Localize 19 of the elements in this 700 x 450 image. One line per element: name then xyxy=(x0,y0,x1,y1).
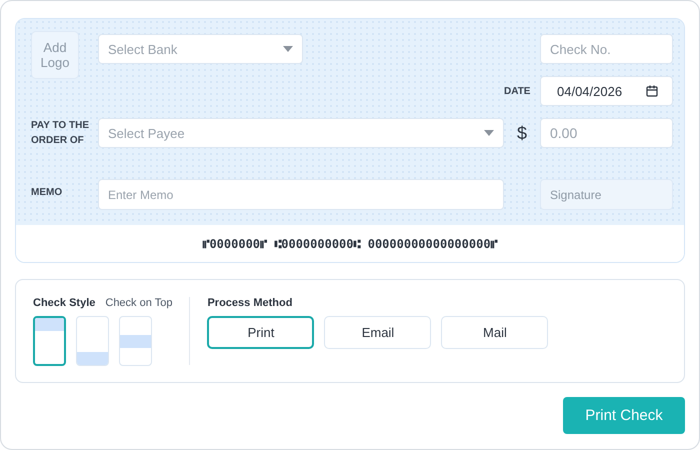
currency-symbol: $ xyxy=(516,122,527,144)
check-style-label: Check Style xyxy=(33,297,96,309)
amount-field[interactable]: 0.00 xyxy=(540,118,673,148)
caret-icon xyxy=(484,130,494,136)
memo-label: MEMO xyxy=(31,186,64,200)
date-label: DATE xyxy=(504,84,532,98)
memo-field[interactable]: Enter Memo xyxy=(98,179,504,210)
process-method-option[interactable]: Email xyxy=(324,316,432,349)
process-method-option[interactable]: Print xyxy=(207,316,314,349)
check-style-option[interactable] xyxy=(33,316,66,366)
process-method-option[interactable]: Mail xyxy=(441,316,548,349)
calendar-icon xyxy=(646,85,658,97)
date-field[interactable]: 04/04/2026 xyxy=(540,76,673,106)
payee-label: PAY TO THE ORDER OF xyxy=(31,119,90,148)
check-number-field[interactable]: Check No. xyxy=(540,34,673,64)
micr-line: ⑈0000000⑈ ⑆0000000000⑆ 00000000000000000⑈ xyxy=(202,236,498,250)
caret-icon xyxy=(283,46,293,52)
process-method-label: Process Method xyxy=(207,297,294,309)
selected-style-name: Check on Top xyxy=(105,297,172,309)
